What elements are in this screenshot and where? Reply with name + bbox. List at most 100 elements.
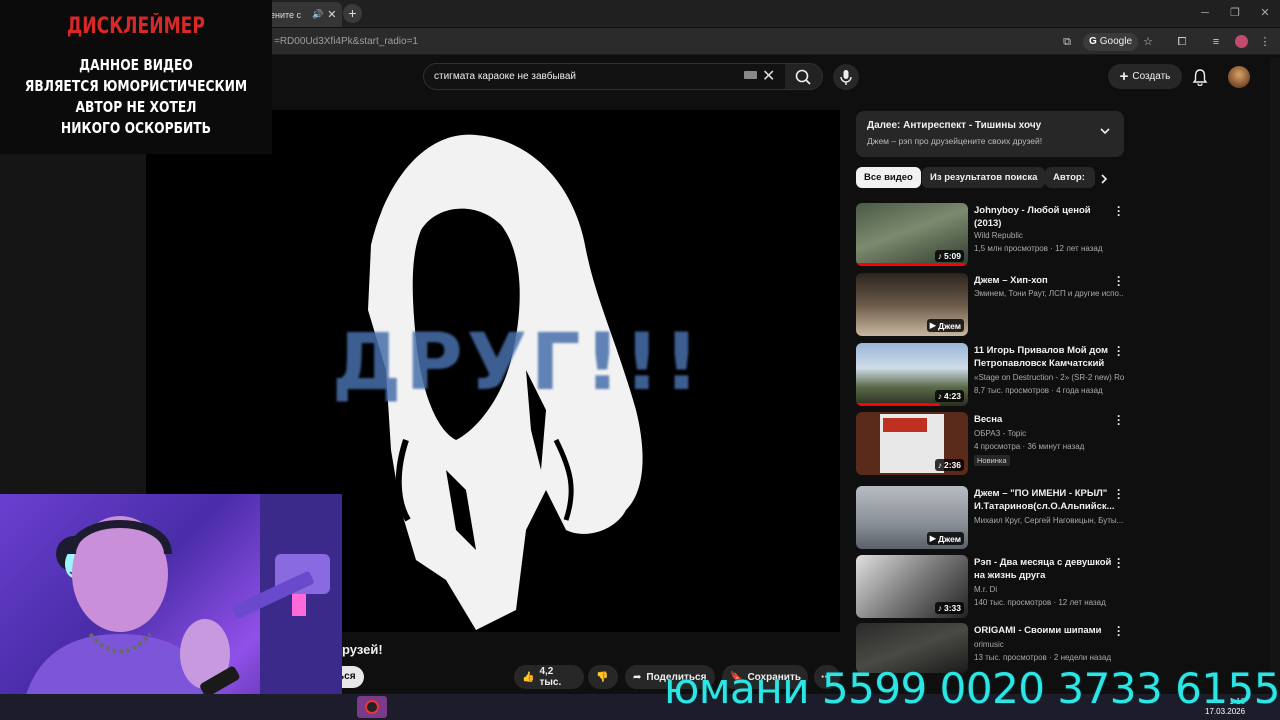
chip-from-search[interactable]: Из результатов поиска: [922, 167, 1046, 188]
dislike-button[interactable]: 👎: [588, 665, 618, 689]
thumbs-up-icon: 👍: [522, 671, 535, 683]
donation-overlay-text: юмани 5599 0020 3733 6155: [664, 664, 1280, 713]
keyboard-icon[interactable]: [744, 71, 757, 79]
audio-icon[interactable]: 🔊: [312, 9, 323, 20]
chip-author[interactable]: Автор:: [1045, 167, 1095, 188]
video-thumbnail[interactable]: ♪ 2:36: [856, 412, 968, 475]
music-note-icon: ♪: [937, 603, 942, 613]
minimize-button[interactable]: ─: [1190, 4, 1220, 22]
disclaimer-line: НИКОГО ОСКОРБИТЬ: [60, 119, 212, 137]
new-tab-button[interactable]: +: [343, 4, 362, 23]
close-window-button[interactable]: ✕: [1250, 4, 1280, 22]
disclaimer-line: АВТОР НЕ ХОТЕЛ: [75, 98, 197, 116]
share-icon: ➦: [633, 671, 642, 683]
up-next-title: Далее: Антиреспект - Тишины хочу: [867, 120, 1042, 131]
webcam-scene: [20, 494, 342, 720]
browser-menu-icon[interactable]: ⋮: [1256, 33, 1274, 51]
disclaimer-panel: ДИСКЛЕЙМЕР ДАННОЕ ВИДЕО ЯВЛЯЕТСЯ ЮМОРИСТ…: [0, 0, 272, 154]
tab-close-icon[interactable]: ✕: [327, 8, 336, 21]
google-lens-chip[interactable]: G Google: [1083, 33, 1139, 51]
video-thumbnail[interactable]: ♪ 3:33: [856, 555, 968, 618]
chevron-down-icon[interactable]: [1099, 125, 1111, 137]
kebab-menu-icon[interactable]: · · ·: [1116, 341, 1122, 361]
playlist-play-icon: ▶: [929, 533, 937, 543]
google-g-icon: G: [1089, 36, 1097, 47]
url-text[interactable]: =RD00Ud3Xfi4Pk&start_radio=1: [274, 36, 418, 47]
restore-button[interactable]: ❐: [1220, 4, 1250, 22]
recommendation-channel: M.r. Di: [974, 585, 998, 594]
create-button[interactable]: + Создать: [1108, 64, 1182, 89]
up-next-card[interactable]: [856, 111, 1124, 157]
disclaimer-title: ДИСКЛЕЙМЕР: [67, 14, 205, 39]
disclaimer-line: ЯВЛЯЕТСЯ ЮМОРИСТИЧЕСКИМ: [24, 77, 248, 95]
music-note-icon: ♪: [937, 391, 942, 401]
duration-badge: ♪ 5:09: [934, 250, 964, 262]
watch-progress-bar: [856, 403, 940, 406]
chip-all-videos[interactable]: Все видео: [856, 167, 921, 188]
disclaimer-line: ДАННОЕ ВИДЕО: [79, 56, 193, 74]
page-scrollbar[interactable]: [1270, 58, 1280, 694]
microphone-icon: [840, 70, 852, 85]
duration-badge: ♪ 3:33: [934, 602, 964, 614]
tab-title: ените с: [270, 9, 302, 20]
mix-badge: ▶ Джем: [926, 532, 964, 545]
video-thumbnail[interactable]: ▶ Джем: [856, 273, 968, 336]
clear-search-icon[interactable]: ✕: [762, 66, 775, 86]
obs-icon: [365, 700, 379, 714]
kebab-menu-icon[interactable]: · · ·: [1116, 271, 1122, 291]
recommendation-channel: ОБРАЗ - Topic: [974, 429, 1027, 438]
player-overlay-text: ДРУГ!!!: [332, 318, 704, 408]
recommendation-meta: 1,5 млн просмотров · 12 лет назад: [974, 244, 1103, 253]
like-button[interactable]: 👍 4,2 тыс.: [514, 665, 584, 689]
kebab-menu-icon[interactable]: · · ·: [1116, 553, 1122, 573]
video-thumbnail[interactable]: ▶ Джем: [856, 486, 968, 549]
left-dark-panel: [0, 154, 146, 494]
thumbs-down-icon: 👎: [596, 671, 609, 683]
duration-badge: ♪ 4:23: [934, 390, 964, 402]
recommendation-channel: Wild Republic: [974, 231, 1023, 240]
cast-icon[interactable]: ⧉: [1058, 33, 1076, 51]
recommendation-meta: 140 тыс. просмотров · 12 лет назад: [974, 598, 1106, 607]
recommendation-title: Весна: [974, 414, 1003, 425]
video-thumbnail[interactable]: ♪ 4:23: [856, 343, 968, 406]
recommendation-channel: Михаил Круг, Сергей Наговицын, Буты...: [974, 516, 1124, 525]
kebab-menu-icon[interactable]: · · ·: [1116, 621, 1122, 641]
search-input[interactable]: стигмата караоке не завбывай: [423, 63, 786, 90]
playlist-icon[interactable]: ≡: [1207, 33, 1225, 51]
recommendation-title: Джем – "ПО ИМЕНИ - КРЫЛ" И.Татаринов(сл.…: [974, 488, 1115, 512]
recommendation-meta: 8,7 тыс. просмотров · 4 года назад: [974, 386, 1103, 395]
notifications-bell-icon[interactable]: [1192, 68, 1208, 86]
recommendation-item[interactable]: ♪ 5:09 Johnyboy - Любой ценой (2013) Wild…: [856, 201, 1128, 267]
kebab-menu-icon[interactable]: · · ·: [1116, 484, 1122, 504]
new-badge: Новинка: [974, 455, 1010, 466]
plus-icon: +: [1119, 68, 1129, 85]
recommendation-item[interactable]: ▶ Джем Джем – "ПО ИМЕНИ - КРЫЛ" И.Татарин…: [856, 484, 1128, 550]
kebab-menu-icon[interactable]: · · ·: [1116, 410, 1122, 430]
chevron-right-icon[interactable]: [1099, 173, 1109, 185]
recommendation-item[interactable]: ♪ 4:23 11 Игорь Привалов Мой дом Петропав…: [856, 341, 1128, 407]
browser-tab[interactable]: ените с 🔊 ✕: [262, 2, 342, 27]
recommendation-item[interactable]: ♪ 3:33 Рэп - Два месяца с девушкой на жиз…: [856, 553, 1128, 619]
recommendation-title: 11 Игорь Привалов Мой дом Петропавловск …: [974, 345, 1109, 369]
duration-badge: ♪ 2:36: [934, 459, 964, 471]
taskbar-app-icon[interactable]: [357, 696, 387, 718]
playlist-play-icon: ▶: [929, 320, 937, 330]
extensions-icon[interactable]: ⧠: [1173, 33, 1191, 51]
bookmark-star-icon[interactable]: ☆: [1139, 33, 1157, 51]
recommendation-title: Рэп - Два месяца с девушкой на жизнь дру…: [974, 557, 1112, 581]
kebab-menu-icon[interactable]: · · ·: [1116, 201, 1122, 221]
voice-search-button[interactable]: [833, 64, 859, 90]
video-thumbnail[interactable]: ♪ 5:09: [856, 203, 968, 266]
profile-icon[interactable]: [1232, 33, 1250, 51]
up-next-subtitle: Джем – рэп про друзейцените своих друзей…: [867, 136, 1043, 146]
recommendation-title: Джем – Хип-хоп: [974, 275, 1048, 286]
user-avatar[interactable]: [1228, 66, 1250, 88]
recommendation-item[interactable]: ▶ Джем Джем – Хип-хоп Эминем, Тони Раут, …: [856, 271, 1128, 337]
recommendation-channel: orimusic: [974, 640, 1004, 649]
music-note-icon: ♪: [937, 251, 942, 261]
recommendation-title: ORIGAMI - Своими шипами: [974, 625, 1102, 636]
search-icon: [795, 69, 811, 85]
recommendation-item[interactable]: ♪ 2:36 Весна ОБРАЗ - Topic 4 просмотра · …: [856, 410, 1128, 476]
search-button[interactable]: [785, 63, 823, 90]
music-note-icon: ♪: [937, 460, 942, 470]
